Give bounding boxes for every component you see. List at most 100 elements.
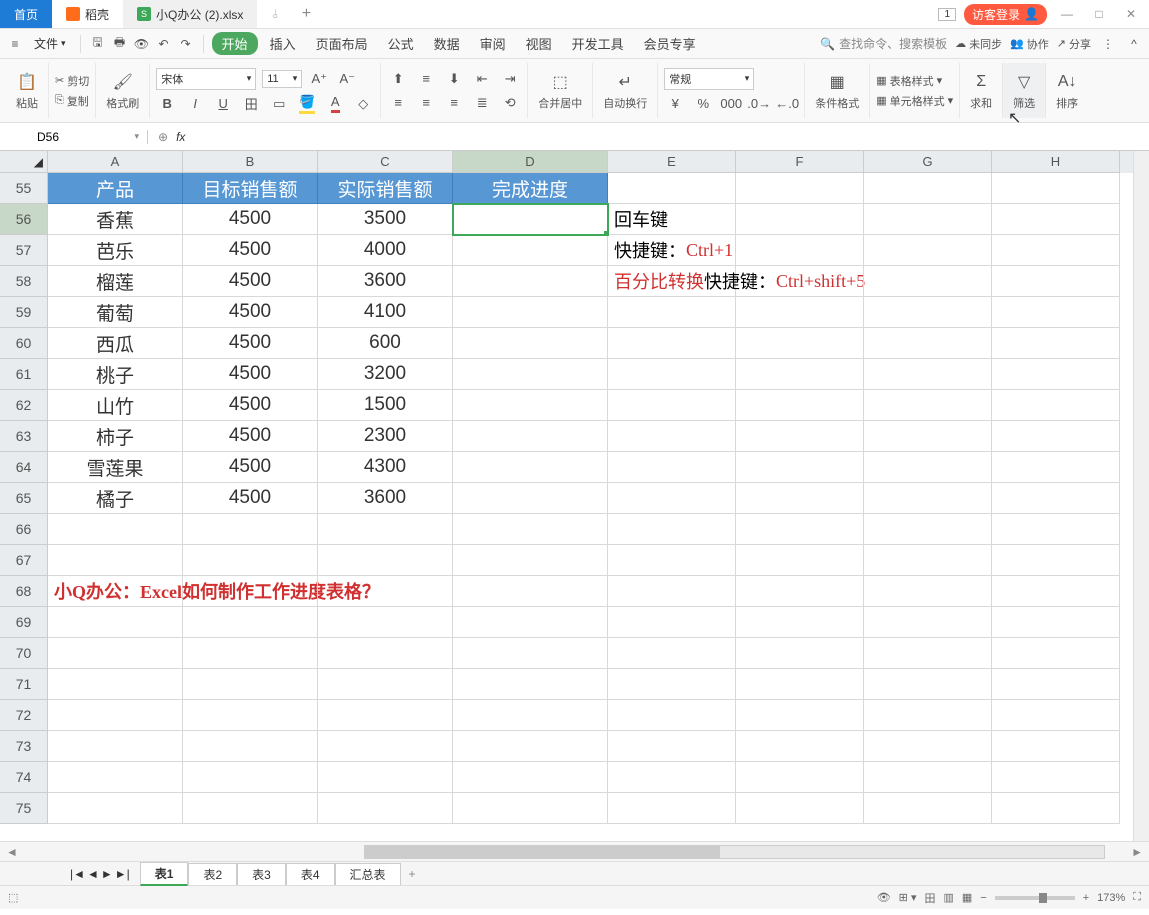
cell[interactable] — [736, 483, 864, 514]
cell[interactable] — [864, 731, 992, 762]
cell[interactable] — [608, 607, 736, 638]
cell[interactable] — [453, 421, 608, 452]
cell[interactable] — [453, 297, 608, 328]
cell[interactable]: 目标销售额 — [183, 173, 318, 204]
cell[interactable] — [864, 638, 992, 669]
cell[interactable] — [736, 297, 864, 328]
zoom-value[interactable]: 173% — [1097, 892, 1125, 904]
sheet-tab-4[interactable]: 表4 — [286, 863, 335, 885]
cell[interactable] — [183, 793, 318, 824]
sheet-nav-next-icon[interactable]: ► — [101, 867, 113, 881]
side-panel[interactable] — [1133, 151, 1149, 841]
cell[interactable] — [864, 607, 992, 638]
menu-formula[interactable]: 公式 — [380, 31, 422, 56]
cell[interactable]: 完成进度 — [453, 173, 608, 204]
fullscreen-icon[interactable]: ⛶ — [1133, 891, 1141, 904]
select-all-corner[interactable]: ◢ — [0, 151, 48, 173]
scroll-right-icon[interactable]: ► — [1125, 845, 1149, 859]
cell[interactable] — [864, 390, 992, 421]
notification-badge[interactable]: 1 — [938, 8, 956, 21]
view-normal-icon[interactable]: 田 — [924, 890, 935, 906]
cell[interactable] — [608, 638, 736, 669]
scroll-track[interactable] — [364, 845, 1105, 859]
cell[interactable] — [318, 731, 453, 762]
dec-dec-icon[interactable]: ←.0 — [776, 94, 798, 114]
cell[interactable] — [453, 762, 608, 793]
minimize-button[interactable]: — — [1055, 3, 1079, 25]
cell[interactable]: 4500 — [183, 452, 318, 483]
cell[interactable] — [736, 235, 864, 266]
wrap-button[interactable]: ↵自动换行 — [599, 71, 651, 111]
row-header[interactable]: 62 — [0, 390, 48, 421]
col-header-d[interactable]: D — [453, 151, 608, 173]
cell[interactable] — [48, 762, 183, 793]
row-header[interactable]: 58 — [0, 266, 48, 297]
cell[interactable] — [183, 607, 318, 638]
fill-color-button[interactable]: 🪣 — [296, 94, 318, 114]
row-header[interactable]: 56 — [0, 204, 48, 235]
cell[interactable] — [992, 297, 1120, 328]
cell[interactable]: 小Q办公：Excel如何制作工作进度表格？ — [48, 576, 183, 607]
cell[interactable] — [608, 793, 736, 824]
cell[interactable] — [736, 731, 864, 762]
cell[interactable] — [453, 328, 608, 359]
sheet-tab-3[interactable]: 表3 — [237, 863, 286, 885]
redo-icon[interactable]: ↷ — [177, 35, 195, 53]
align-right-icon[interactable]: ≡ — [443, 93, 465, 113]
cond-format-button[interactable]: ▦条件格式 — [811, 71, 863, 111]
cell[interactable]: 600 — [318, 328, 453, 359]
cell[interactable]: 2300 — [318, 421, 453, 452]
cell[interactable] — [48, 669, 183, 700]
cell[interactable] — [992, 793, 1120, 824]
cell[interactable] — [453, 266, 608, 297]
cell[interactable] — [608, 576, 736, 607]
cell[interactable]: 4500 — [183, 235, 318, 266]
fx-icon[interactable]: fx — [176, 130, 185, 144]
cell[interactable] — [864, 452, 992, 483]
cell[interactable]: 4500 — [183, 359, 318, 390]
cell[interactable]: 4500 — [183, 421, 318, 452]
cell[interactable]: 4500 — [183, 328, 318, 359]
tab-add[interactable]: + — [293, 5, 319, 23]
cell[interactable]: 3500 — [318, 204, 453, 235]
cell[interactable] — [736, 359, 864, 390]
menu-icon[interactable]: ≡ — [6, 35, 24, 53]
cell[interactable] — [992, 421, 1120, 452]
cell[interactable] — [992, 545, 1120, 576]
cell[interactable] — [318, 793, 453, 824]
command-search[interactable]: 🔍 查找命令、搜索模板 — [820, 35, 947, 52]
cell-style-button[interactable]: ▦ 单元格样式 ▾ — [876, 93, 953, 109]
cell[interactable] — [864, 173, 992, 204]
cell[interactable] — [736, 700, 864, 731]
row-header[interactable]: 64 — [0, 452, 48, 483]
cell[interactable] — [736, 576, 864, 607]
filter-button[interactable]: ▽筛选 — [1009, 71, 1039, 111]
font-size-select[interactable]: 11▾ — [262, 70, 302, 88]
sheet-tab-summary[interactable]: 汇总表 — [335, 863, 401, 885]
cell[interactable] — [864, 545, 992, 576]
cell[interactable] — [864, 700, 992, 731]
cell[interactable] — [736, 514, 864, 545]
cell[interactable]: 3200 — [318, 359, 453, 390]
maximize-button[interactable]: □ — [1087, 3, 1111, 25]
row-header[interactable]: 70 — [0, 638, 48, 669]
table-style-button[interactable]: ▦ 表格样式 ▾ — [876, 73, 953, 89]
cell[interactable] — [48, 545, 183, 576]
align-left-icon[interactable]: ≡ — [387, 93, 409, 113]
percent-icon[interactable]: % — [692, 94, 714, 114]
cell[interactable] — [453, 514, 608, 545]
cell[interactable] — [183, 576, 318, 607]
login-button[interactable]: 访客登录👤 — [964, 4, 1047, 25]
save-icon[interactable]: 🖫 — [89, 35, 107, 53]
cell[interactable] — [453, 545, 608, 576]
cell[interactable] — [864, 421, 992, 452]
cell[interactable] — [992, 514, 1120, 545]
row-header[interactable]: 75 — [0, 793, 48, 824]
undo-icon[interactable]: ↶ — [155, 35, 173, 53]
align-bot-icon[interactable]: ⬇ — [443, 69, 465, 89]
col-header-e[interactable]: E — [608, 151, 736, 173]
cell[interactable] — [608, 762, 736, 793]
sheet-tab-1[interactable]: 表1 — [140, 862, 189, 886]
col-header-a[interactable]: A — [48, 151, 183, 173]
cell[interactable] — [736, 793, 864, 824]
